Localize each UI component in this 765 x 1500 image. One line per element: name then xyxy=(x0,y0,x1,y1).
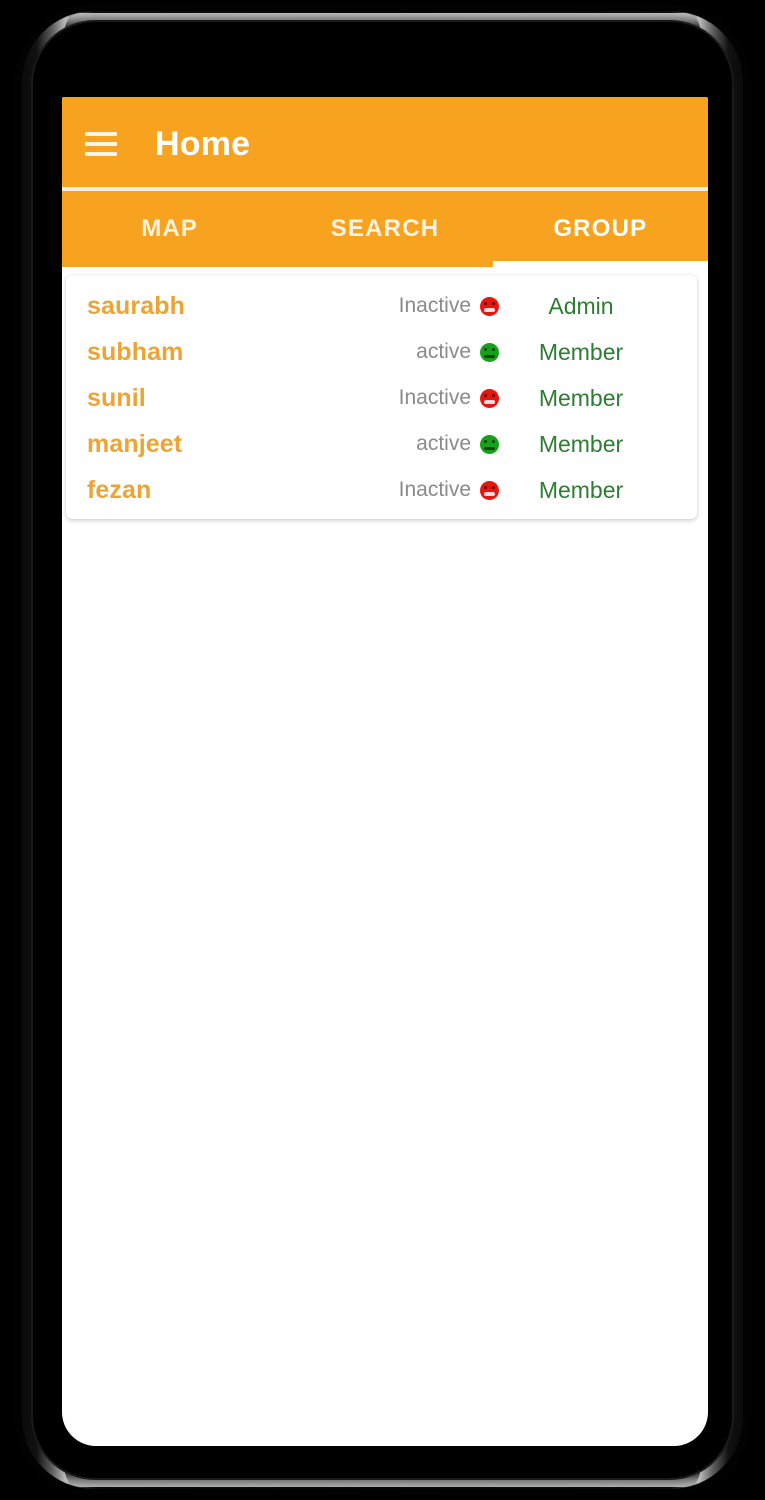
member-status-label: active xyxy=(416,432,471,455)
page-title: Home xyxy=(155,124,251,163)
hamburger-line-2 xyxy=(85,142,117,146)
hamburger-line-3 xyxy=(85,152,117,156)
member-name: subham xyxy=(87,337,184,366)
sad-face-icon xyxy=(480,388,499,408)
member-status: active xyxy=(325,432,499,456)
member-name: fezan xyxy=(87,475,152,504)
hamburger-line-1 xyxy=(85,132,117,136)
tab-bar: MAP SEARCH GROUP xyxy=(62,191,708,267)
member-role: Member xyxy=(538,476,624,503)
member-role: Member xyxy=(538,384,624,411)
member-status-label: active xyxy=(416,340,471,363)
group-member-list: saurabh Inactive Admin subham active Mem… xyxy=(66,275,697,519)
app-bar: Home xyxy=(62,97,708,191)
member-status: Inactive xyxy=(325,386,499,410)
member-role: Member xyxy=(538,338,624,365)
hamburger-menu-icon[interactable] xyxy=(85,132,117,156)
member-name: manjeet xyxy=(87,429,183,458)
member-status: Inactive xyxy=(325,294,499,318)
neutral-face-icon xyxy=(480,342,499,362)
member-role: Member xyxy=(538,430,624,457)
sad-face-icon xyxy=(480,296,499,316)
member-status-label: Inactive xyxy=(398,478,471,501)
table-row[interactable]: subham active Member xyxy=(66,329,697,375)
table-row[interactable]: sunil Inactive Member xyxy=(66,375,697,421)
member-status-label: Inactive xyxy=(398,294,471,317)
tab-active-indicator xyxy=(492,261,708,267)
member-status-label: Inactive xyxy=(398,386,471,409)
neutral-face-icon xyxy=(480,434,499,454)
table-row[interactable]: saurabh Inactive Admin xyxy=(66,283,697,329)
tab-search[interactable]: SEARCH xyxy=(277,191,492,267)
tab-group[interactable]: GROUP xyxy=(493,191,708,267)
phone-screen: Home MAP SEARCH GROUP saurabh Inactive A… xyxy=(62,97,708,1446)
phone-device-frame: Home MAP SEARCH GROUP saurabh Inactive A… xyxy=(0,0,765,1500)
table-row[interactable]: fezan Inactive Member xyxy=(66,467,697,513)
sad-face-icon xyxy=(480,480,499,500)
member-role: Admin xyxy=(548,292,614,319)
table-row[interactable]: manjeet active Member xyxy=(66,421,697,467)
member-status: Inactive xyxy=(325,478,499,502)
tab-map[interactable]: MAP xyxy=(62,191,277,267)
member-name: saurabh xyxy=(87,291,185,320)
member-name: sunil xyxy=(87,383,146,412)
member-status: active xyxy=(325,340,499,364)
